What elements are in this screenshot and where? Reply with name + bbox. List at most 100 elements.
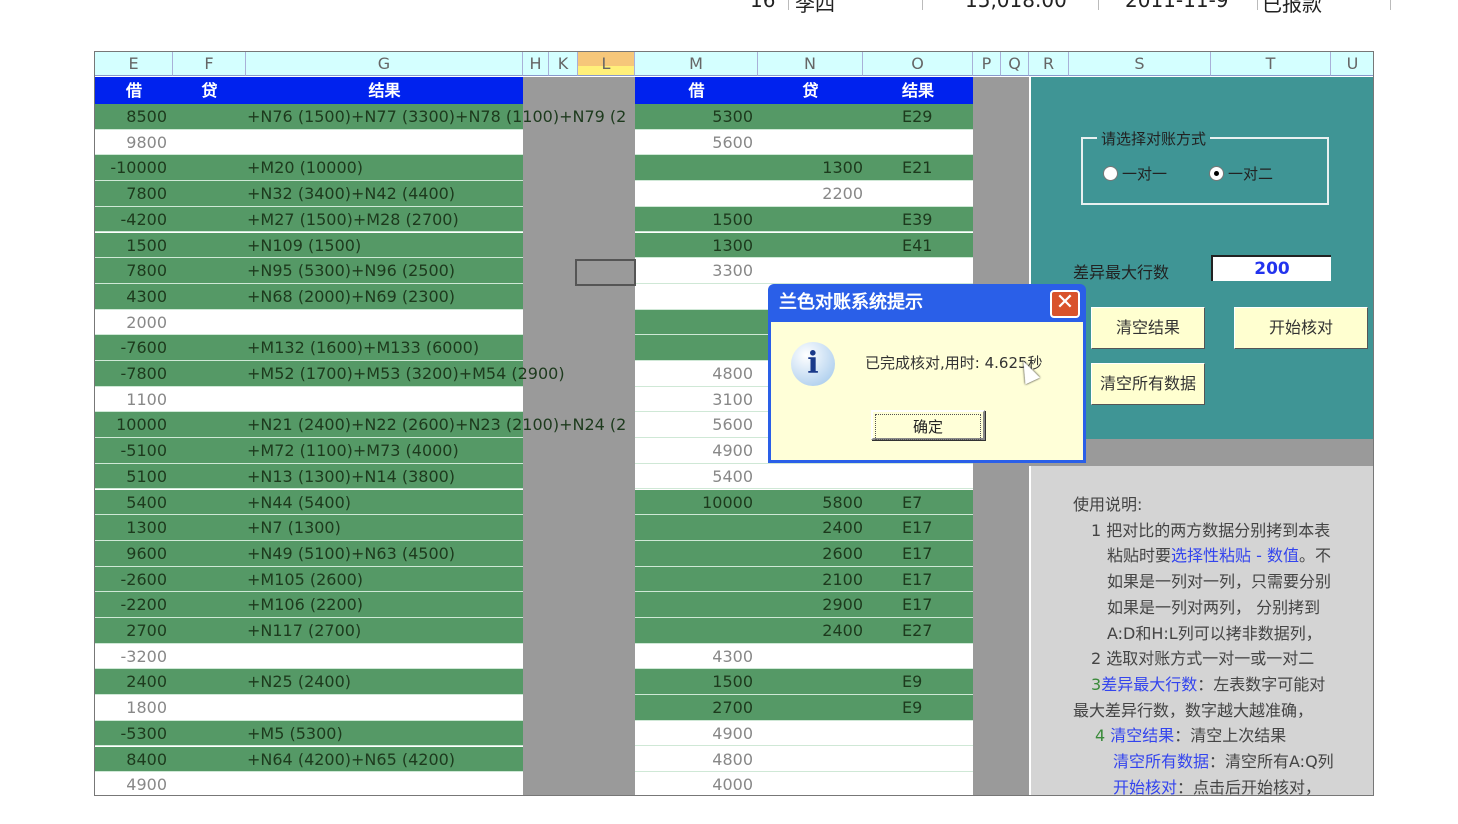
debit-cell[interactable]: -5300: [95, 721, 168, 746]
left-table-row[interactable]: -5300: [95, 720, 523, 747]
debit-cell[interactable]: -10000: [95, 155, 167, 180]
left-table-row[interactable]: -2600: [95, 566, 523, 593]
debit-cell[interactable]: 5400: [635, 464, 753, 489]
result-cell[interactable]: E39: [902, 207, 932, 232]
left-table-row[interactable]: -2200: [95, 592, 523, 618]
result-cell[interactable]: E29: [902, 104, 932, 129]
right-table-row[interactable]: 2100 E17: [635, 566, 973, 593]
left-table-row[interactable]: 10000: [95, 412, 523, 439]
left-table-row[interactable]: 7800: [95, 258, 523, 284]
result-cell[interactable]: E21: [902, 155, 932, 180]
right-table-row[interactable]: 4000: [635, 772, 973, 795]
right-table-row[interactable]: 2700 E9: [635, 695, 973, 721]
debit-cell[interactable]: 1500: [635, 669, 753, 694]
debit-cell[interactable]: 5600: [635, 130, 753, 155]
left-table-row[interactable]: 1300: [95, 515, 523, 541]
credit-cell[interactable]: 2900: [758, 592, 863, 617]
column-header-l[interactable]: L: [578, 52, 635, 76]
result-cell[interactable]: E17: [902, 515, 932, 540]
left-table-row[interactable]: 1100: [95, 386, 523, 413]
right-table-row[interactable]: 5300 E29: [635, 104, 973, 130]
column-header-n[interactable]: N: [758, 52, 863, 76]
left-table-row[interactable]: 1800: [95, 695, 523, 721]
debit-cell[interactable]: 4000: [635, 772, 753, 795]
radio-one-to-one[interactable]: 一对一: [1103, 163, 1167, 184]
column-header-u[interactable]: U: [1331, 52, 1373, 76]
clear-results-button[interactable]: 清空结果: [1091, 307, 1205, 349]
debit-cell[interactable]: -4200: [95, 207, 168, 232]
debit-cell[interactable]: 4900: [95, 772, 167, 795]
column-header-s[interactable]: S: [1069, 52, 1211, 76]
left-table-row[interactable]: -10000: [95, 155, 523, 182]
column-header-h[interactable]: H: [523, 52, 549, 76]
right-table-row[interactable]: 2200: [635, 181, 973, 207]
spreadsheet[interactable]: EFGHKLMNOPQRSTU 借 贷 结果 借 贷 结果 8500 9800 -1…: [94, 51, 1374, 796]
credit-cell[interactable]: 2200: [758, 181, 863, 206]
column-header-p[interactable]: P: [973, 52, 1001, 76]
close-icon[interactable]: ✕: [1050, 290, 1080, 318]
debit-cell[interactable]: 10000: [635, 490, 753, 515]
debit-cell[interactable]: 8500: [95, 104, 167, 129]
debit-cell[interactable]: 4900: [635, 438, 753, 463]
debit-cell[interactable]: 5400: [95, 490, 167, 515]
right-table-row[interactable]: 4800: [635, 746, 973, 773]
right-table-row[interactable]: 2400 E27: [635, 618, 973, 644]
right-table-row[interactable]: 5400: [635, 463, 973, 490]
debit-cell[interactable]: 1300: [635, 233, 753, 258]
column-header-o[interactable]: O: [863, 52, 973, 76]
result-cell[interactable]: E9: [902, 695, 922, 720]
left-table-row[interactable]: 7800: [95, 181, 523, 207]
result-cell[interactable]: E17: [902, 592, 932, 617]
left-table-row[interactable]: -7800: [95, 361, 523, 387]
left-table-row[interactable]: 5400: [95, 489, 523, 516]
ok-button[interactable]: 确定: [871, 410, 985, 440]
right-table-row[interactable]: 2400 E17: [635, 515, 973, 541]
result-cell[interactable]: E17: [902, 541, 932, 566]
right-table-row[interactable]: 5600: [635, 129, 973, 156]
debit-cell[interactable]: 8400: [95, 747, 167, 772]
radio-one-to-two[interactable]: 一对二: [1209, 163, 1273, 184]
left-table-row[interactable]: 4300: [95, 283, 523, 310]
column-header-q[interactable]: Q: [1001, 52, 1029, 76]
credit-cell[interactable]: 2400: [758, 618, 863, 643]
debit-cell[interactable]: 2400: [95, 669, 167, 694]
left-table-row[interactable]: 8400: [95, 746, 523, 773]
debit-cell[interactable]: 5600: [635, 412, 753, 437]
debit-cell[interactable]: 4800: [635, 361, 753, 386]
credit-cell[interactable]: 5800: [758, 490, 863, 515]
column-header-r[interactable]: R: [1029, 52, 1069, 76]
credit-cell[interactable]: 1300: [758, 155, 863, 180]
debit-cell[interactable]: -7600: [95, 335, 168, 360]
right-table-row[interactable]: 4300: [635, 643, 973, 670]
left-table-row[interactable]: 9800: [95, 129, 523, 156]
right-table-row[interactable]: 3300: [635, 258, 973, 284]
debit-cell[interactable]: 5100: [95, 464, 167, 489]
left-table-row[interactable]: 2700: [95, 618, 523, 644]
debit-cell[interactable]: 9800: [95, 130, 167, 155]
debit-cell[interactable]: 5300: [635, 104, 753, 129]
debit-cell[interactable]: -3200: [95, 644, 168, 669]
debit-cell[interactable]: 4300: [635, 644, 753, 669]
credit-cell[interactable]: 2400: [758, 515, 863, 540]
debit-cell[interactable]: 1500: [95, 233, 167, 258]
right-table-row[interactable]: 2600 E17: [635, 540, 973, 567]
debit-cell[interactable]: 4900: [635, 721, 753, 746]
right-table-row[interactable]: 4900: [635, 720, 973, 747]
left-table-row[interactable]: 5100: [95, 463, 523, 490]
result-cell[interactable]: E9: [902, 669, 922, 694]
debit-cell[interactable]: 2700: [635, 695, 753, 720]
right-table-row[interactable]: 10000 5800 E7: [635, 489, 973, 516]
column-header-t[interactable]: T: [1211, 52, 1331, 76]
result-cell[interactable]: E7: [902, 490, 922, 515]
debit-cell[interactable]: 1500: [635, 207, 753, 232]
debit-cell[interactable]: 3300: [635, 258, 753, 283]
debit-cell[interactable]: 1100: [95, 387, 167, 412]
debit-cell[interactable]: -2600: [95, 567, 168, 592]
left-table-row[interactable]: 2400: [95, 669, 523, 696]
column-header-e[interactable]: E: [95, 52, 173, 76]
debit-cell[interactable]: 1800: [95, 695, 167, 720]
right-table-row[interactable]: 1300 E41: [635, 232, 973, 259]
debit-cell[interactable]: -2200: [95, 592, 168, 617]
debit-cell[interactable]: 9600: [95, 541, 167, 566]
debit-cell[interactable]: 3100: [635, 387, 753, 412]
